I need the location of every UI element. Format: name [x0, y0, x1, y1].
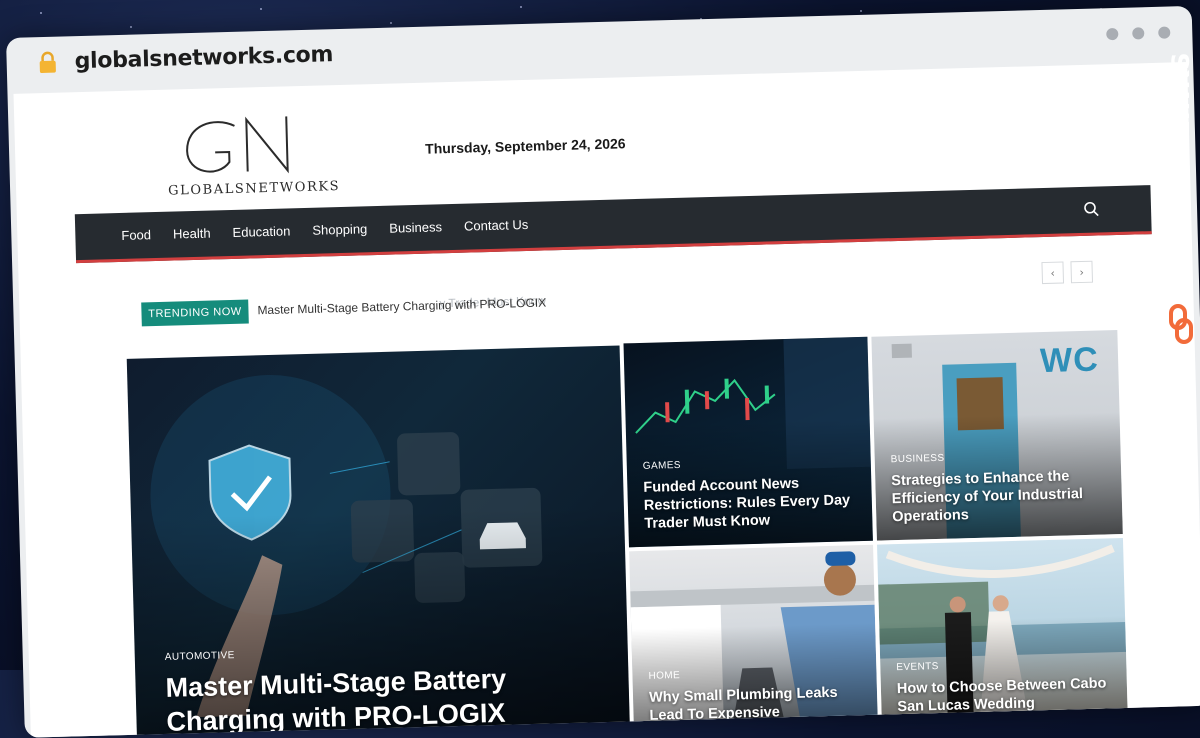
post-title[interactable]: Why Small Plumbing Leaks Lead To Expensi… — [649, 683, 864, 725]
nav-item-contact-us[interactable]: Contact Us — [464, 217, 529, 234]
window-controls — [1106, 26, 1171, 41]
brand-watermark: GUESTPOSTLINKS — [1160, 51, 1200, 360]
lock-icon — [39, 51, 56, 74]
wc-sign-text: WC — [1039, 340, 1100, 381]
featured-category[interactable]: AUTOMOTIVE — [165, 650, 235, 663]
site-logo[interactable]: GLOBALSNETWORKS — [162, 109, 344, 206]
browser-window: globalsnetworks.com GLOBALSNETWORKS Thur… — [6, 5, 1200, 738]
post-title[interactable]: Funded Account News Restrictions: Rules … — [643, 473, 858, 533]
trending-badge: TRENDING NOW — [141, 299, 249, 327]
post-category[interactable]: GAMES — [643, 460, 681, 472]
url-text[interactable]: globalsnetworks.com — [74, 42, 333, 74]
featured-title[interactable]: Master Multi-Stage Battery Charging with… — [165, 660, 607, 738]
chevron-left-icon: ‹ — [1050, 266, 1056, 280]
post-category[interactable]: HOME — [648, 670, 680, 682]
trending-next-button[interactable]: › — [1070, 260, 1094, 284]
brand-watermark-text: GUESTPOSTLINKS — [1167, 51, 1195, 307]
nav-item-food[interactable]: Food — [121, 227, 151, 243]
page-viewport: GLOBALSNETWORKS Thursday, September 24, … — [13, 62, 1200, 738]
trending-prev-button[interactable]: ‹ — [1041, 261, 1065, 285]
chevron-right-icon: › — [1079, 265, 1085, 279]
post-category[interactable]: EVENTS — [896, 661, 939, 673]
window-dot[interactable] — [1106, 27, 1119, 41]
nav-item-education[interactable]: Education — [232, 223, 290, 240]
post-title[interactable]: How to Choose Between Cabo San Lucas Wed… — [897, 674, 1116, 716]
post-card[interactable]: GAMES Funded Account News Restrictions: … — [623, 336, 873, 548]
trending-headline[interactable]: Master Multi-Stage Battery Charging with… — [257, 295, 546, 317]
window-dot[interactable] — [1132, 27, 1145, 40]
nav-item-shopping[interactable]: Shopping — [312, 221, 367, 237]
post-card[interactable]: EVENTS How to Choose Between Cabo San Lu… — [877, 537, 1129, 738]
post-category[interactable]: BUSINESS — [891, 453, 945, 465]
post-title[interactable]: Strategies to Enhance the Efficiency of … — [891, 466, 1110, 526]
post-card[interactable]: WC BUSINESS Strategies to Enhance the Ef… — [871, 330, 1123, 541]
search-icon[interactable] — [1083, 201, 1099, 217]
nav-item-health[interactable]: Health — [173, 226, 211, 242]
post-card[interactable]: HOME Why Small Plumbing Leaks Lead To Ex… — [629, 544, 879, 738]
header-date: Thursday, September 24, 2026 — [424, 135, 626, 157]
featured-post[interactable]: AUTOMOTIVE Master Multi-Stage Battery Ch… — [126, 345, 631, 738]
nav-item-business[interactable]: Business — [389, 219, 442, 235]
chain-link-icon — [1169, 304, 1193, 344]
